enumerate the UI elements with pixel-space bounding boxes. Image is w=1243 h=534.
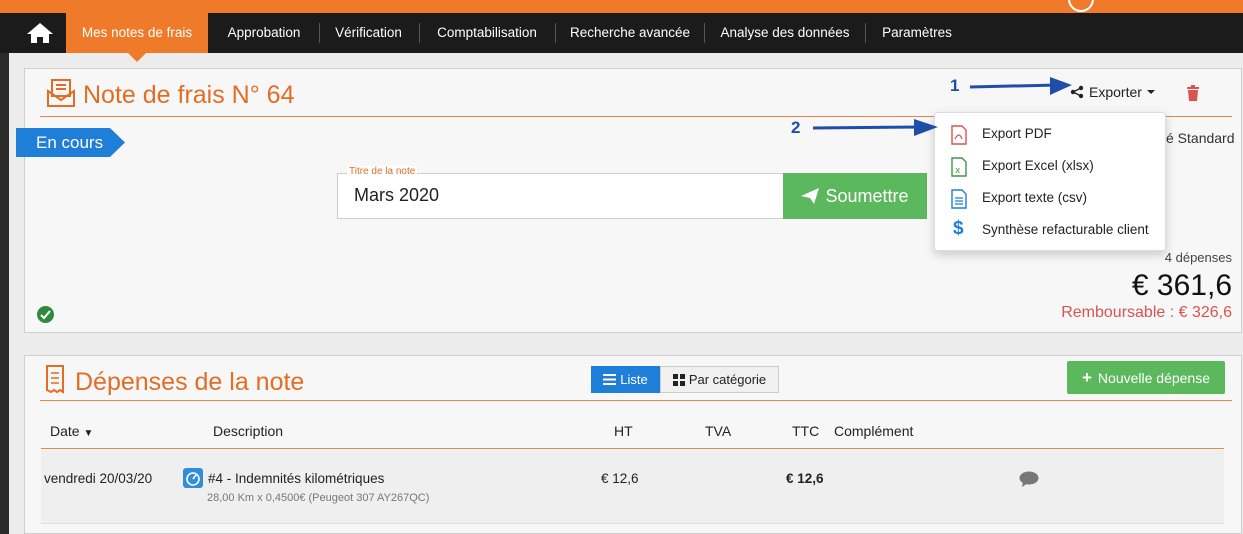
annotation-number-1: 1 bbox=[950, 76, 960, 95]
annotation-number-2: 2 bbox=[791, 118, 801, 137]
annotation-arrows bbox=[812, 77, 1072, 136]
